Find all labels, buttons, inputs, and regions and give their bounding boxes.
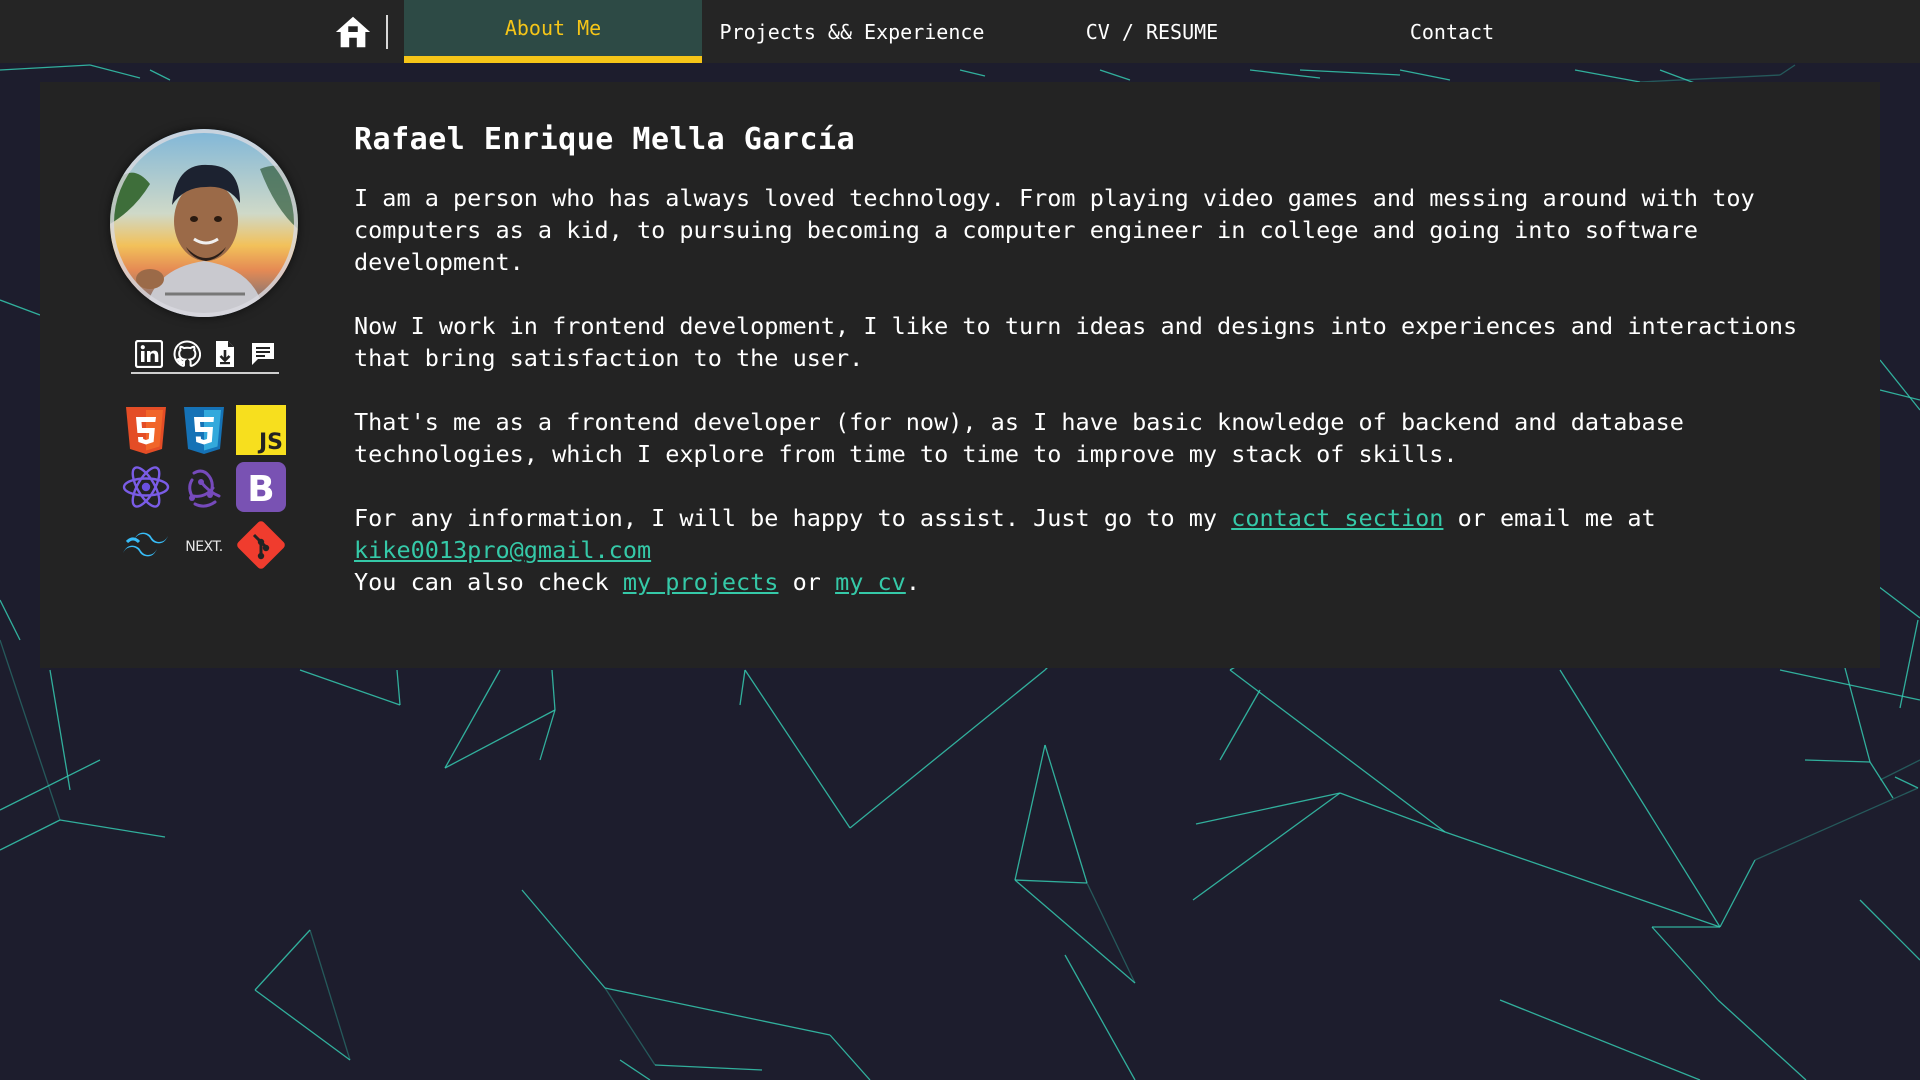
network-line [0,819,61,851]
contact-section-link[interactable]: contact section [1231,504,1443,532]
tab-about-me[interactable]: About Me [404,0,702,63]
network-line [619,1059,651,1080]
network-line [1044,744,1088,884]
contact-text-before: For any information, I will be happy to … [354,504,1232,532]
network-line [1499,999,1701,1080]
network-line [1804,759,1871,763]
home-icon[interactable] [334,14,372,50]
network-line [1719,859,1756,928]
javascript-icon: JS [236,405,286,455]
network-line [1559,669,1721,928]
network-line [49,669,71,791]
network-line [654,1064,763,1071]
network-line [396,669,401,706]
cv-link[interactable]: my cv [835,568,906,596]
network-line [1099,69,1131,81]
network-line [739,669,746,706]
network-line [149,69,171,81]
email-link[interactable]: kike0013pro@gmail.com [354,536,651,564]
network-line [0,64,91,71]
network-line [1299,69,1401,76]
network-line [1444,831,1721,928]
network-line [1879,359,1920,411]
network-line [1219,689,1261,761]
network-line [1894,776,1919,789]
network-line [1844,667,1871,763]
projects-link[interactable]: my projects [623,568,779,596]
network-line [1339,792,1446,833]
network-line [1639,74,1781,83]
network-line [1869,761,1894,799]
network-line [604,987,831,1036]
about-content: Rafael Enrique Mella García I am a perso… [354,120,1834,598]
network-line [744,669,851,829]
tab-cv-resume[interactable]: CV / RESUME [1002,0,1302,63]
github-icon[interactable] [173,340,201,368]
network-line [1779,669,1920,701]
network-line [849,669,1046,829]
top-navbar: About Me Projects && Experience CV / RES… [0,0,1920,63]
network-line [0,759,101,811]
contact-text-middle: or email me at [1443,504,1656,532]
download-cv-icon[interactable] [211,340,239,368]
check-text-middle: or [778,568,836,596]
network-line [1014,744,1046,881]
react-icon [122,466,170,508]
git-icon [237,521,285,569]
check-text-before: You can also check [354,568,623,596]
check-text-after: . [905,568,920,596]
network-line [1249,69,1321,79]
bootstrap-icon: B [236,462,286,512]
network-line [1014,879,1136,984]
network-line [1779,64,1796,76]
network-line [309,929,351,1061]
network-line [1086,882,1136,984]
nextjs-icon-label: NEXT. [185,539,223,555]
network-line [0,299,41,316]
html5-icon [126,407,166,454]
profile-name: Rafael Enrique Mella García [354,122,856,157]
network-line [1399,69,1451,81]
network-line [89,64,141,79]
css3-icon [184,407,224,454]
network-line [551,669,556,711]
network-line [1014,879,1088,884]
network-line [299,669,401,706]
network-line [59,819,166,838]
network-line [1574,69,1641,83]
network-line [539,709,556,761]
linkedin-icon[interactable] [135,340,163,368]
network-line [254,929,311,991]
about-card: JS B NEXT. Rafael Enrique Mella García I… [40,82,1880,668]
network-line [1859,899,1920,961]
tab-projects-experience[interactable]: Projects && Experience [702,0,1002,63]
about-paragraph-4: For any information, I will be happy to … [354,502,1834,598]
network-line [604,987,656,1066]
tab-contact[interactable]: Contact [1302,0,1602,63]
network-line [1754,787,1919,861]
bootstrap-icon-label: B [247,469,274,510]
network-line [1229,669,1446,833]
about-paragraph-2: Now I work in frontend development, I li… [354,312,1798,372]
network-line [829,1034,871,1080]
network-line [1879,759,1920,781]
network-line [1879,389,1920,401]
network-line [1717,999,1807,1080]
nextjs-icon: NEXT. [185,539,223,555]
nav-separator [386,15,388,49]
social-links [131,336,279,374]
tailwind-icon [123,532,168,557]
network-line [0,599,21,641]
network-line [254,989,351,1061]
about-paragraph-1: I am a person who has always loved techn… [354,184,1755,276]
network-line [1651,926,1719,1001]
message-icon[interactable] [249,340,277,368]
network-line [521,889,606,989]
network-line [959,69,986,77]
network-line [1899,619,1919,709]
javascript-icon-label: JS [257,430,283,455]
redux-icon [188,469,221,508]
profile-avatar [110,129,298,317]
about-paragraph-3: That's me as a frontend developer (for n… [354,408,1684,468]
